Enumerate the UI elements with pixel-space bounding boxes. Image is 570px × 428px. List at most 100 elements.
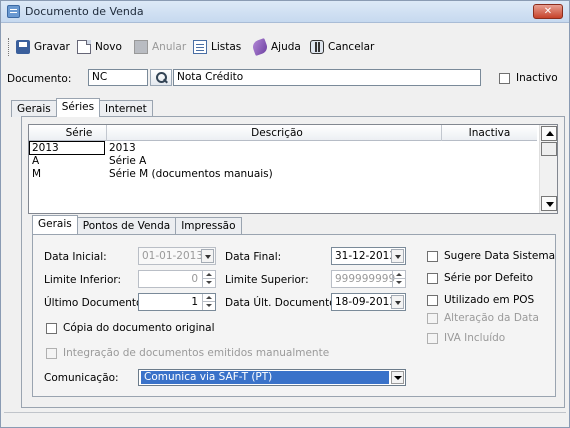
- chevron-down-icon[interactable]: [391, 371, 404, 384]
- data-final-label: Data Final:: [225, 251, 282, 263]
- tab-impressao[interactable]: Impressão: [175, 217, 242, 234]
- ultimo-documento-label: Último Documento:: [44, 297, 146, 309]
- help-icon: [251, 38, 269, 56]
- grid-header: Série Descrição Inactiva: [29, 125, 537, 141]
- integracao-manual-checkbox[interactable]: Integração de documentos emitidos manual…: [46, 347, 329, 359]
- list-icon: [193, 40, 207, 54]
- header-inactiva[interactable]: Inactiva: [442, 127, 537, 139]
- scroll-up-button[interactable]: [541, 126, 557, 141]
- cell-descricao[interactable]: Série A: [109, 155, 146, 167]
- toolbar: Gravar Novo Anular Listas Ajuda Cancelar: [4, 37, 564, 57]
- title-bar: Documento de Venda ✕: [1, 1, 569, 23]
- checkbox-box: [499, 72, 510, 84]
- window-title: Documento de Venda: [25, 5, 144, 18]
- series-grid[interactable]: Série Descrição Inactiva 2013 2013 A Sér…: [28, 124, 558, 214]
- utilizado-pos-checkbox[interactable]: Utilizado em POS: [427, 294, 534, 306]
- spin-arrows-icon[interactable]: [392, 271, 405, 287]
- cell-descricao[interactable]: Série M (documentos manuais): [109, 168, 273, 180]
- arrow-down-icon: [546, 202, 554, 207]
- search-icon[interactable]: [150, 69, 172, 86]
- sugere-data-label: Sugere Data Sistema: [444, 250, 556, 262]
- new-button[interactable]: Novo: [77, 37, 122, 57]
- cancel-button[interactable]: Cancelar: [310, 37, 374, 57]
- help-button[interactable]: Ajuda: [251, 37, 301, 57]
- void-button[interactable]: Anular: [134, 37, 186, 57]
- tab-gerais-label: Gerais: [17, 103, 51, 115]
- tab-series-label: Séries: [61, 101, 95, 113]
- checkbox-box: [427, 312, 438, 324]
- limite-inferior-label: Limite Inferior:: [44, 274, 122, 286]
- sugere-data-checkbox[interactable]: Sugere Data Sistema: [427, 250, 555, 262]
- header-serie[interactable]: Série: [49, 127, 109, 139]
- save-label: Gravar: [34, 41, 70, 53]
- table-row[interactable]: M Série M (documentos manuais): [29, 168, 537, 181]
- limite-superior-value: 999999999: [335, 273, 396, 285]
- spin-arrows-icon[interactable]: [202, 271, 215, 287]
- copia-original-checkbox[interactable]: Cópia do documento original: [46, 322, 215, 334]
- checkbox-box: [46, 322, 57, 334]
- serie-defeito-checkbox[interactable]: Série por Defeito: [427, 272, 533, 284]
- iva-incluido-checkbox[interactable]: IVA Incluído: [427, 332, 505, 344]
- checkbox-box: [427, 250, 438, 262]
- cell-serie[interactable]: 2013: [29, 141, 105, 155]
- sub-tabs: Gerais Pontos de Venda Impressão: [32, 215, 242, 234]
- new-document-icon: [77, 40, 91, 54]
- calendar-dropdown-icon[interactable]: [391, 249, 404, 263]
- alteracao-data-checkbox[interactable]: Alteração da Data: [427, 312, 539, 324]
- inactive-checkbox[interactable]: Inactivo: [499, 72, 558, 84]
- checkbox-box: [427, 294, 438, 306]
- data-ult-documento-field[interactable]: 18-09-2013: [331, 293, 406, 311]
- tab-pontos-venda[interactable]: Pontos de Venda: [76, 217, 177, 234]
- save-button[interactable]: Gravar: [16, 37, 70, 57]
- void-label: Anular: [152, 41, 187, 53]
- void-icon: [134, 40, 148, 54]
- limite-inferior-stepper[interactable]: 0: [138, 270, 216, 288]
- cancel-label: Cancelar: [328, 41, 375, 53]
- tab-internet[interactable]: Internet: [99, 100, 153, 117]
- calendar-dropdown-icon[interactable]: [391, 295, 404, 309]
- main-tabs: Gerais Séries Internet: [11, 98, 153, 117]
- ultimo-documento-stepper[interactable]: 1: [138, 293, 216, 311]
- status-bar: [4, 412, 566, 424]
- tab-gerais[interactable]: Gerais: [11, 100, 57, 117]
- data-final-field[interactable]: 31-12-2013: [331, 247, 406, 265]
- tab-pontos-venda-label: Pontos de Venda: [82, 220, 171, 232]
- comunicacao-label: Comunicação:: [44, 372, 119, 384]
- table-row[interactable]: A Série A: [29, 155, 537, 168]
- utilizado-pos-label: Utilizado em POS: [444, 294, 535, 306]
- close-button[interactable]: ✕: [533, 4, 563, 19]
- lists-button[interactable]: Listas: [193, 37, 241, 57]
- cell-serie[interactable]: M: [32, 168, 41, 180]
- ultimo-documento-value: 1: [191, 296, 198, 308]
- checkbox-box: [46, 347, 57, 359]
- spin-arrows-icon[interactable]: [202, 294, 215, 310]
- document-name-input[interactable]: Nota Crédito: [173, 69, 481, 86]
- header-descricao[interactable]: Descrição: [107, 127, 447, 139]
- tab-sub-gerais[interactable]: Gerais: [32, 215, 78, 234]
- limite-superior-stepper[interactable]: 999999999: [331, 270, 406, 288]
- tab-internet-label: Internet: [105, 103, 147, 115]
- cell-serie[interactable]: A: [32, 155, 39, 167]
- scroll-down-button[interactable]: [541, 196, 557, 211]
- alteracao-data-label: Alteração da Data: [444, 312, 539, 324]
- table-row[interactable]: 2013 2013: [29, 141, 537, 155]
- inactive-label: Inactivo: [516, 72, 558, 84]
- document-label: Documento:: [7, 73, 72, 85]
- data-final-value: 31-12-2013: [335, 250, 397, 262]
- checkbox-box: [427, 332, 438, 344]
- comunicacao-select[interactable]: Comunica via SAF-T (PT): [138, 369, 406, 386]
- cell-descricao[interactable]: 2013: [109, 142, 136, 154]
- tab-impressao-label: Impressão: [181, 220, 236, 232]
- data-inicial-field[interactable]: 01-01-2013: [138, 247, 216, 265]
- limite-inferior-value: 0: [191, 273, 198, 285]
- data-ult-documento-label: Data Últ. Documento:: [225, 297, 340, 309]
- document-code-input[interactable]: NC: [88, 69, 148, 86]
- document-window: Documento de Venda ✕ Gravar Novo Anular …: [0, 0, 570, 428]
- comunicacao-selected-value: Comunica via SAF-T (PT): [141, 371, 389, 384]
- save-icon: [16, 40, 30, 54]
- data-inicial-label: Data Inicial:: [44, 251, 107, 263]
- vertical-scrollbar[interactable]: [539, 125, 557, 213]
- scroll-thumb[interactable]: [541, 142, 557, 156]
- calendar-dropdown-icon[interactable]: [201, 249, 214, 263]
- tab-series[interactable]: Séries: [55, 98, 101, 117]
